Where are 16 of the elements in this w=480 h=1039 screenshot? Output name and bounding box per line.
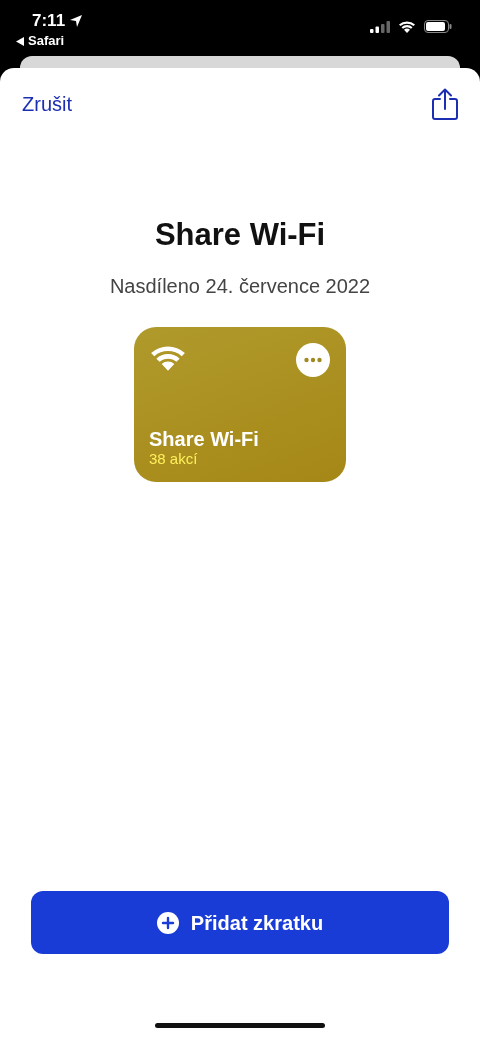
shortcut-name: Share Wi-Fi: [149, 427, 260, 450]
battery-icon: [424, 20, 452, 33]
action-count: 38 akcí: [149, 449, 199, 468]
signal-icon: [370, 20, 390, 33]
wifi-icon: [398, 20, 416, 33]
add-shortcut-button[interactable]: Přidat zkratku: [31, 891, 449, 954]
plus-icon: [156, 911, 179, 934]
back-icon[interactable]: [16, 36, 24, 46]
location-icon: [69, 13, 84, 28]
shared-date: Nasdíleno 24. července 2022: [109, 273, 371, 299]
status-time: 7:11: [32, 10, 66, 31]
back-link[interactable]: Safari: [28, 33, 65, 49]
share-icon[interactable]: [432, 88, 458, 120]
more-icon[interactable]: [296, 342, 330, 377]
cancel-button[interactable]: Zrušit: [22, 89, 72, 119]
page-title: Share Wi-Fi: [154, 216, 326, 254]
